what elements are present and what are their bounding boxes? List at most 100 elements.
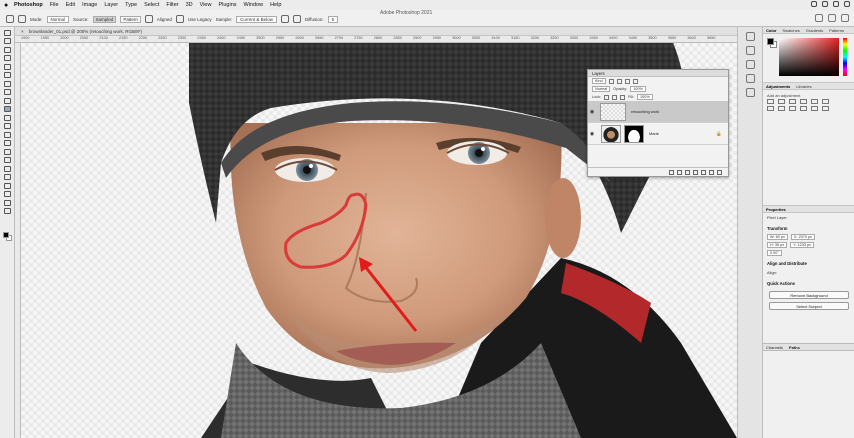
path-select-tool-icon[interactable]: [3, 174, 11, 180]
color-lookup-icon[interactable]: [811, 106, 818, 111]
curves-icon[interactable]: [789, 99, 796, 104]
menu-type[interactable]: Type: [125, 2, 137, 8]
source-pattern-button[interactable]: Pattern: [120, 15, 141, 23]
layer-row-retouching-work[interactable]: ◉ retouching work: [588, 101, 728, 123]
menu-edit[interactable]: Edit: [66, 2, 75, 8]
battery-icon[interactable]: [822, 1, 828, 7]
shape-tool-icon[interactable]: [3, 182, 11, 189]
frame-tool-icon[interactable]: [3, 72, 11, 78]
brightness-icon[interactable]: [767, 99, 774, 104]
menu-select[interactable]: Select: [144, 2, 159, 8]
ignore-adjustment-icon[interactable]: [280, 15, 289, 23]
x-field[interactable]: X: 2370 px: [790, 234, 816, 240]
photo-filter-icon[interactable]: [789, 106, 796, 111]
fill-input[interactable]: 100%: [636, 94, 653, 100]
more-tools-icon[interactable]: [3, 208, 11, 214]
document-tab[interactable]: × brownlander_01.psd @ 200% (retouching …: [15, 27, 737, 36]
new-layer-icon[interactable]: [709, 169, 714, 175]
menu-plugins[interactable]: Plugins: [218, 2, 236, 8]
brush-preset-icon[interactable]: [18, 15, 26, 23]
pen-tool-icon[interactable]: [3, 157, 11, 163]
menu-image[interactable]: Image: [82, 2, 97, 8]
healing-brush-tool-icon[interactable]: [3, 89, 11, 95]
color-field[interactable]: [779, 38, 839, 76]
close-tab-icon[interactable]: ×: [21, 29, 24, 34]
menu-app-name[interactable]: Photoshop: [14, 2, 43, 8]
visibility-eye-icon[interactable]: ◉: [588, 109, 596, 115]
menu-layer[interactable]: Layer: [104, 2, 118, 8]
tab-channels[interactable]: Channels: [766, 344, 783, 350]
diffusion-input[interactable]: 5: [327, 15, 339, 23]
type-tool-icon[interactable]: [3, 165, 11, 172]
history-brush-tool-icon[interactable]: [3, 114, 11, 121]
menu-window[interactable]: Window: [244, 2, 264, 8]
filter-shape-icon[interactable]: [632, 78, 638, 84]
control-center-icon[interactable]: [844, 1, 850, 7]
history-icon[interactable]: [745, 32, 755, 41]
lasso-tool-icon[interactable]: [3, 46, 11, 53]
opacity-input[interactable]: 100%: [630, 86, 646, 92]
group-icon[interactable]: [701, 169, 706, 175]
menu-view[interactable]: View: [200, 2, 212, 8]
paragraph-icon[interactable]: [745, 88, 755, 97]
height-field[interactable]: H: 35 px: [767, 242, 788, 248]
crop-tool-icon[interactable]: [3, 63, 11, 70]
tab-gradients[interactable]: Gradients: [806, 27, 823, 33]
remove-background-button[interactable]: Remove Background: [769, 291, 849, 299]
pressure-icon[interactable]: [292, 15, 301, 23]
menu-help[interactable]: Help: [270, 2, 281, 8]
use-legacy-checkbox[interactable]: [175, 15, 184, 23]
layer-mask-thumbnail[interactable]: [624, 124, 644, 143]
search-icon[interactable]: [815, 14, 823, 22]
move-tool-icon[interactable]: [3, 29, 11, 36]
trash-icon[interactable]: [717, 169, 722, 175]
menu-filter[interactable]: Filter: [166, 2, 178, 8]
eyedropper-tool-icon[interactable]: [3, 80, 11, 87]
black-white-icon[interactable]: [778, 106, 785, 111]
mode-select[interactable]: Normal: [46, 15, 70, 23]
filter-pixel-icon[interactable]: [608, 78, 614, 84]
tab-libraries[interactable]: Libraries: [796, 83, 811, 89]
brush-tool-icon[interactable]: [3, 97, 11, 104]
angle-field[interactable]: 0.00°: [767, 250, 782, 256]
brushes-icon[interactable]: [745, 60, 755, 69]
layer-kind-filter[interactable]: Kind: [592, 78, 606, 84]
actions-icon[interactable]: [745, 46, 755, 55]
zoom-tool-icon[interactable]: [3, 199, 11, 206]
layers-panel-title[interactable]: Layers: [588, 70, 728, 77]
clone-stamp-tool-icon[interactable]: [3, 106, 11, 112]
apple-menu-icon[interactable]: ●: [4, 2, 14, 9]
fx-icon[interactable]: [677, 169, 682, 175]
blur-tool-icon[interactable]: [3, 140, 11, 146]
lock-all-icon[interactable]: [620, 94, 626, 100]
link-layers-icon[interactable]: [669, 169, 674, 175]
blend-mode-select[interactable]: Normal: [592, 86, 611, 92]
search-icon[interactable]: [833, 1, 839, 7]
lock-pixels-icon[interactable]: [604, 94, 610, 100]
marquee-tool-icon[interactable]: [3, 38, 11, 44]
lock-position-icon[interactable]: [612, 94, 618, 100]
aligned-checkbox[interactable]: [144, 15, 153, 23]
select-subject-button[interactable]: Select Subject: [769, 302, 849, 310]
exposure-icon[interactable]: [800, 99, 807, 104]
filter-adjustment-icon[interactable]: [616, 78, 622, 84]
workspace-icon[interactable]: [828, 14, 836, 22]
levels-icon[interactable]: [778, 99, 785, 104]
tab-properties[interactable]: Properties: [766, 206, 786, 212]
sample-select[interactable]: Current & Below: [236, 15, 277, 23]
tab-swatches[interactable]: Swatches: [782, 27, 799, 33]
add-mask-icon[interactable]: [685, 169, 690, 175]
layer-row-marie[interactable]: ◉ Marie 🔒: [588, 123, 728, 145]
visibility-eye-icon[interactable]: ◉: [588, 131, 596, 137]
character-icon[interactable]: [745, 74, 755, 83]
hand-tool-icon[interactable]: [3, 191, 11, 197]
vibrance-icon[interactable]: [811, 99, 818, 104]
hue-saturation-icon[interactable]: [822, 99, 829, 104]
channel-mixer-icon[interactable]: [800, 106, 807, 111]
tab-adjustments[interactable]: Adjustments: [766, 83, 790, 89]
color-balance-icon[interactable]: [767, 106, 774, 111]
menu-3d[interactable]: 3D: [186, 2, 193, 8]
source-sampled-button[interactable]: Sampled: [92, 15, 117, 23]
foreground-color-swatch[interactable]: [767, 38, 774, 45]
quick-select-tool-icon[interactable]: [3, 55, 11, 61]
